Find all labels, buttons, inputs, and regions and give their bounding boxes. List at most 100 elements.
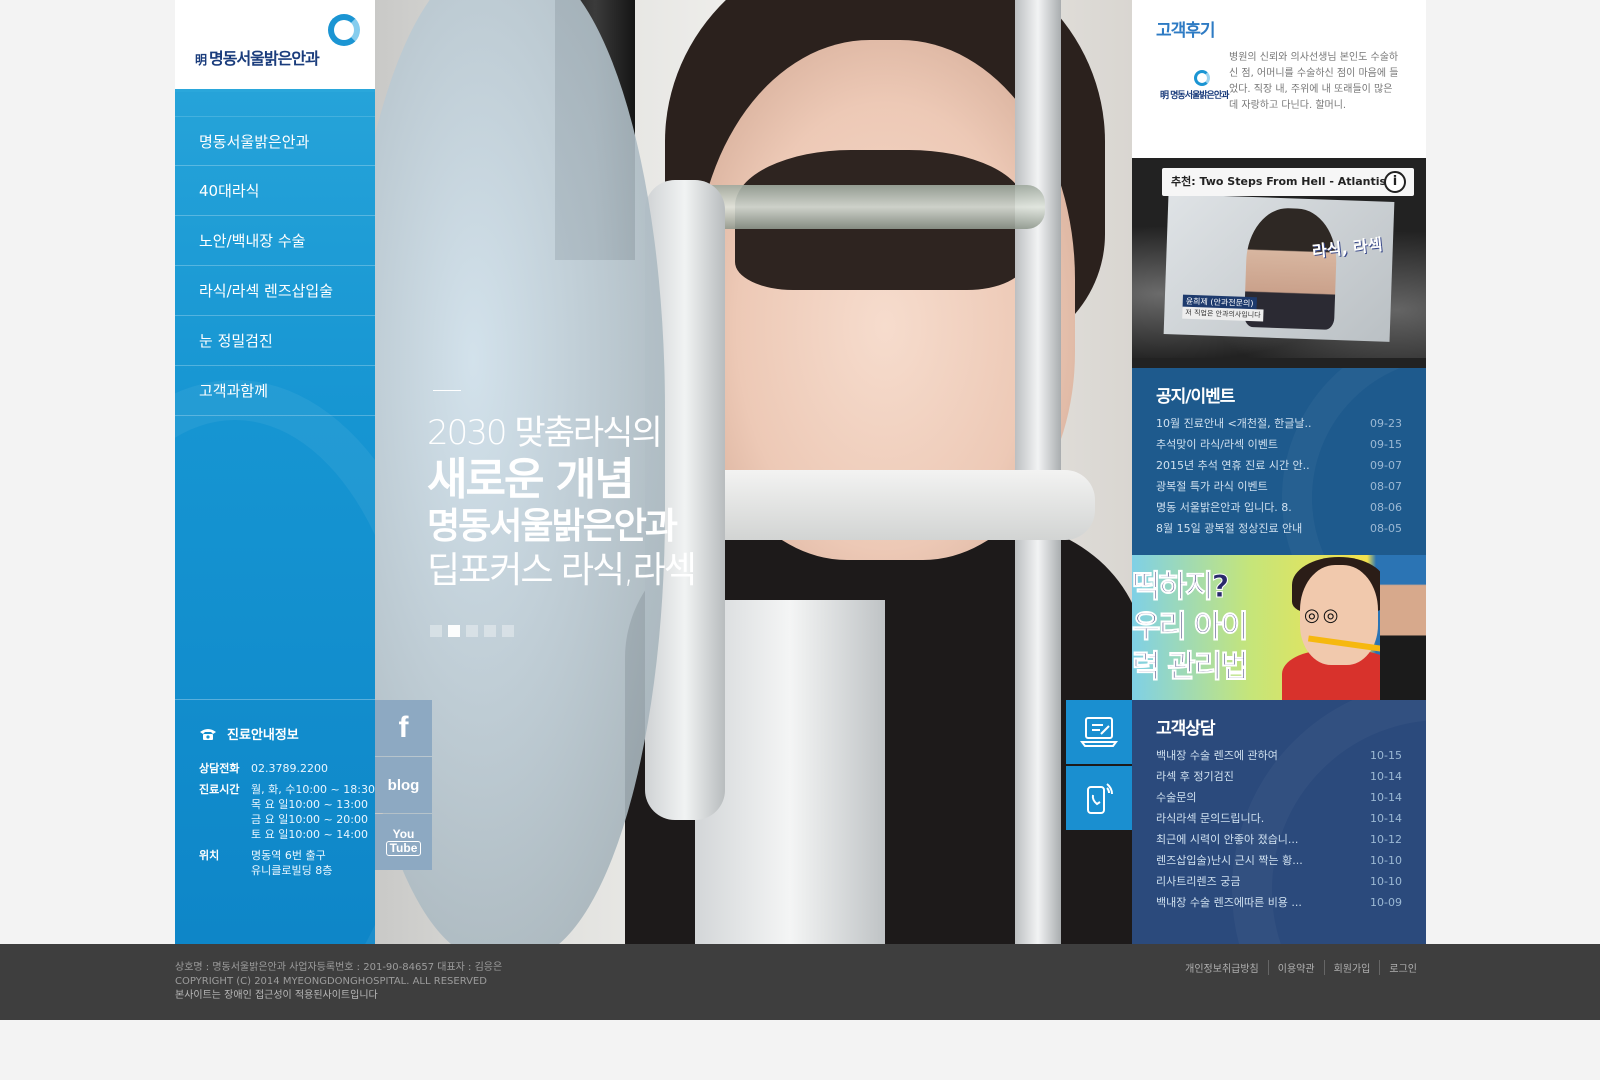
- footer-links: 개인정보취급방침 이용약관 회원가입 로그인: [1176, 960, 1426, 975]
- social-links: f blog You Tube: [375, 700, 432, 871]
- list-item[interactable]: 라섹 후 정기검진 10-14: [1156, 766, 1402, 787]
- list-item-date: 10-10: [1370, 854, 1402, 867]
- list-item-date: 10-14: [1370, 812, 1402, 825]
- phone-number[interactable]: 02.3789.2200: [251, 761, 328, 776]
- list-item-date: 10-15: [1370, 749, 1402, 762]
- location-line: 유니클로빌딩 8층: [251, 864, 333, 877]
- footer-company: 상호명 : 명동서울밝은안과 사업자등록번호 : 201-90-84657 대표…: [175, 962, 503, 973]
- review-panel[interactable]: 고객후기 明 명동서울밝은안과 병원의 신뢰와 의사선생님 본인도 수술하신 점…: [1132, 0, 1426, 158]
- video-player[interactable]: 윤희제 (안과전문의) 저 직업은 안과의사입니다 라식, 라섹 추천: Two…: [1132, 158, 1426, 368]
- right-column: 고객후기 明 명동서울밝은안과 병원의 신뢰와 의사선생님 본인도 수술하신 점…: [1132, 0, 1426, 944]
- hero-line-1: 2030 맞춤라식의: [427, 413, 663, 453]
- list-item-date: 10-14: [1370, 770, 1402, 783]
- banner-line-1: 떡하지?: [1132, 569, 1230, 606]
- menu-item-40s-lasik[interactable]: 40대라식: [175, 166, 375, 216]
- logo-ring-icon: [1194, 70, 1210, 86]
- list-item[interactable]: 2015년 추석 연휴 진료 시간 안.. 09-07: [1156, 455, 1402, 476]
- list-item-date: 10-09: [1370, 896, 1402, 909]
- login-link[interactable]: 로그인: [1379, 960, 1426, 975]
- hours-line: 금 요 일10:00 ~ 20:00: [251, 813, 368, 826]
- list-item-date: 08-07: [1370, 480, 1402, 493]
- review-body: 병원의 신뢰와 의사선생님 본인도 수술하신 점, 어머니를 수술하신 점이 마…: [1229, 52, 1399, 111]
- review-logo-text: 明 명동서울밝은안과: [1160, 91, 1229, 101]
- list-item[interactable]: 추석맞이 라식/라섹 이벤트 09-15: [1156, 434, 1402, 455]
- youtube-label-bottom: Tube: [385, 841, 422, 856]
- list-item[interactable]: 수술문의 10-14: [1156, 787, 1402, 808]
- promo-banner[interactable]: 떡하지? 우리 아이 력 관리법 ◎◎: [1132, 555, 1426, 700]
- slider-dot[interactable]: [448, 625, 460, 637]
- list-item-title: 백내장 수술 렌즈에따른 비용 ...: [1156, 896, 1302, 909]
- laptop-icon: [1080, 717, 1118, 747]
- clinic-info: 진료안내정보 상담전화 02.3789.2200 진료시간 월, 화, 수10:…: [175, 699, 375, 944]
- menu-item-eye-exam[interactable]: 눈 정밀검진: [175, 316, 375, 366]
- consult-title[interactable]: 고객상담: [1156, 714, 1402, 739]
- phone-consult-button[interactable]: [1066, 766, 1132, 830]
- menu-item-presbyopia-cataract[interactable]: 노안/백내장 수술: [175, 216, 375, 266]
- online-consult-button[interactable]: [1066, 700, 1132, 764]
- banner-man-image: [1380, 555, 1426, 700]
- clinic-info-title: 진료안내정보: [199, 724, 375, 743]
- banner-line-3: 력 관리법: [1132, 649, 1249, 686]
- review-title: 고객후기: [1156, 21, 1216, 41]
- youtube-label-top: You: [392, 827, 415, 841]
- list-item[interactable]: 라식라섹 문의드립니다. 10-14: [1156, 808, 1402, 829]
- list-item-title: 8월 15일 광복절 정상진료 안내: [1156, 522, 1303, 535]
- logo-mark: 明: [195, 53, 207, 67]
- list-item-title: 수술문의: [1156, 791, 1197, 804]
- logo-ring-icon: [328, 14, 360, 46]
- logo-text: 明 명동서울밝은안과: [195, 45, 320, 69]
- list-item[interactable]: 10월 진료안내 <개천절, 한글날.. 09-23: [1156, 413, 1402, 434]
- list-item[interactable]: 최근에 시력이 안좋아 졌습니... 10-12: [1156, 829, 1402, 850]
- list-item[interactable]: 렌즈삽입술)난시 근시 짝는 황... 10-10: [1156, 850, 1402, 871]
- glasses-icon: ◎◎: [1304, 605, 1342, 626]
- page: 明 명동서울밝은안과 명동서울밝은안과 40대라식 노안/백내장 수술 라식/라섹…: [0, 0, 1600, 1080]
- blog-icon[interactable]: blog: [375, 757, 432, 813]
- list-item[interactable]: 리사트리렌즈 궁금 10-10: [1156, 871, 1402, 892]
- hours-list: 월, 화, 수10:00 ~ 18:30 목 요 일10:00 ~ 13:00 …: [251, 782, 375, 842]
- youtube-icon[interactable]: You Tube: [375, 814, 432, 870]
- hero-line-2: 새로운 개념: [427, 454, 635, 505]
- hero-divider: [433, 390, 461, 391]
- list-item-title: 10월 진료안내 <개천절, 한글날..: [1156, 417, 1312, 430]
- notice-title[interactable]: 공지/이벤트: [1156, 382, 1402, 407]
- list-item-date: 09-07: [1370, 459, 1402, 472]
- clinic-info-title-text: 진료안내정보: [227, 728, 299, 743]
- list-item[interactable]: 백내장 수술 렌즈에 관하여 10-15: [1156, 745, 1402, 766]
- consult-list: 백내장 수술 렌즈에 관하여 10-15 라섹 후 정기검진 10-14 수술문의 10-…: [1156, 745, 1402, 913]
- hours-line: 토 요 일10:00 ~ 14:00: [251, 828, 368, 841]
- slider-dot[interactable]: [502, 625, 514, 637]
- video-title-bar[interactable]: 추천: Two Steps From Hell - Atlantis ... i: [1162, 168, 1414, 196]
- privacy-policy-link[interactable]: 개인정보취급방침: [1176, 960, 1268, 975]
- list-item[interactable]: 광복절 특가 라식 이벤트 08-07: [1156, 476, 1402, 497]
- list-item[interactable]: 명동 서울밝은안과 입니다. 8. 08-06: [1156, 497, 1402, 518]
- list-item-title: 백내장 수술 렌즈에 관하여: [1156, 749, 1278, 762]
- mobile-phone-icon: [1087, 783, 1113, 814]
- location-label: 위치: [199, 849, 220, 862]
- list-item[interactable]: 8월 15일 광복절 정상진료 안내 08-05: [1156, 518, 1402, 539]
- list-item-title: 광복절 특가 라식 이벤트: [1156, 480, 1268, 493]
- slider-dot[interactable]: [484, 625, 496, 637]
- hero-line-3: 명동서울밝은안과: [427, 506, 678, 547]
- phone-label: 상담전화: [199, 762, 240, 775]
- hours-row: 진료시간 월, 화, 수10:00 ~ 18:30 목 요 일10:00 ~ 1…: [199, 782, 375, 842]
- menu-item-clinic[interactable]: 명동서울밝은안과: [175, 116, 375, 166]
- list-item[interactable]: 백내장 수술 렌즈에따른 비용 ... 10-09: [1156, 892, 1402, 913]
- consult-buttons: [1066, 700, 1132, 832]
- video-title: 추천: Two Steps From Hell - Atlantis ...: [1171, 175, 1403, 188]
- notice-list: 10월 진료안내 <개천절, 한글날.. 09-23 추석맞이 라식/라섹 이벤트 0…: [1156, 413, 1402, 539]
- main-menu: 명동서울밝은안과 40대라식 노안/백내장 수술 라식/라섹 렌즈삽입술 눈 정…: [175, 116, 375, 416]
- list-item-date: 08-06: [1370, 501, 1402, 514]
- slider-dot[interactable]: [466, 625, 478, 637]
- logo[interactable]: 明 명동서울밝은안과: [175, 0, 375, 92]
- slider-dot[interactable]: [430, 625, 442, 637]
- list-item-title: 추석맞이 라식/라섹 이벤트: [1156, 438, 1279, 451]
- info-icon[interactable]: i: [1384, 171, 1406, 193]
- terms-link[interactable]: 이용약관: [1267, 960, 1324, 975]
- location-text: 명동역 6번 출구 유니클로빌딩 8층: [251, 848, 332, 878]
- consult-panel: 고객상담 백내장 수술 렌즈에 관하여 10-15 라섹 후 정기검진 10-14 수술…: [1132, 700, 1426, 944]
- menu-item-customers[interactable]: 고객과함께: [175, 366, 375, 416]
- list-item-title: 2015년 추석 연휴 진료 시간 안..: [1156, 459, 1310, 472]
- signup-link[interactable]: 회원가입: [1323, 960, 1380, 975]
- menu-item-lasik-lasek-lens[interactable]: 라식/라섹 렌즈삽입술: [175, 266, 375, 316]
- facebook-icon[interactable]: f: [375, 700, 432, 756]
